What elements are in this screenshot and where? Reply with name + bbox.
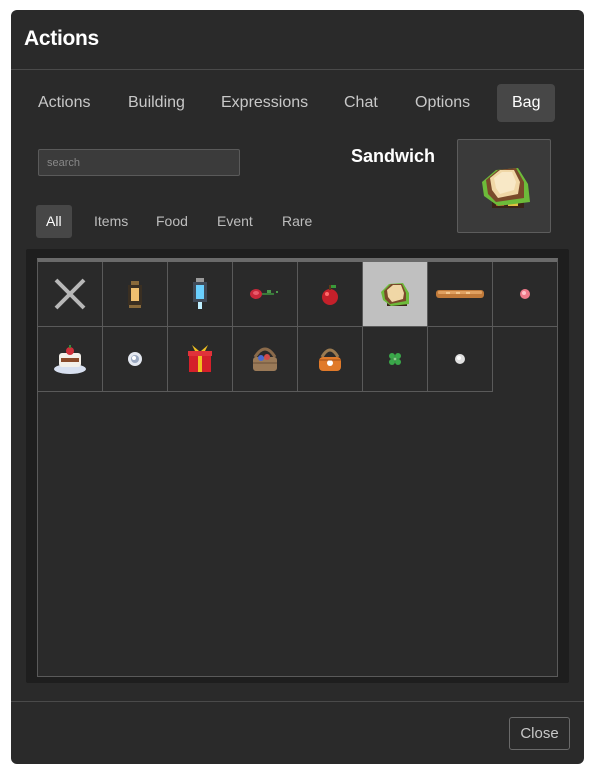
clover-icon <box>389 353 401 365</box>
filter-event[interactable]: Event <box>207 205 263 238</box>
sandwich-icon <box>482 168 530 208</box>
filter-items[interactable]: Items <box>84 205 138 238</box>
basket-icon <box>253 347 277 371</box>
window-title: Actions <box>24 27 99 50</box>
inventory-slot-cake[interactable] <box>38 327 103 392</box>
inventory-slot-gift-box[interactable] <box>168 327 233 392</box>
inventory-slot-ice-lantern[interactable] <box>168 262 233 327</box>
pink-orb-icon <box>520 289 530 299</box>
actions-window: Actions Actions Building Expressions Cha… <box>11 10 584 764</box>
title-bar: Actions <box>11 10 584 70</box>
unequip-x-icon <box>54 278 86 310</box>
inventory-slot-pink-orb[interactable] <box>493 262 557 327</box>
inventory-slot-rose[interactable] <box>233 262 298 327</box>
main-tabs: Actions Building Expressions Chat Option… <box>11 84 584 122</box>
inventory-slot-orange-basket[interactable] <box>298 327 363 392</box>
rose-icon <box>250 289 278 299</box>
orange-basket-icon <box>319 348 341 371</box>
inventory-slot-sandwich[interactable] <box>363 262 428 327</box>
category-filters: All Items Food Event Rare <box>36 205 336 238</box>
inventory-slot-apple[interactable] <box>298 262 363 327</box>
apple-icon <box>322 285 338 305</box>
inventory-slot-unequip[interactable] <box>38 262 103 327</box>
tab-options[interactable]: Options <box>402 84 483 122</box>
small-white-orb-icon <box>455 354 465 364</box>
selected-item-preview <box>457 139 551 233</box>
inventory-slot-clover[interactable] <box>363 327 428 392</box>
inventory-slot-basket[interactable] <box>233 327 298 392</box>
filter-all[interactable]: All <box>36 205 72 238</box>
lantern-icon <box>128 281 142 308</box>
inventory-slot-baguette[interactable] <box>428 262 493 327</box>
tab-building[interactable]: Building <box>115 84 198 122</box>
search-input[interactable] <box>38 149 240 176</box>
close-button[interactable]: Close <box>509 717 570 750</box>
inventory-slot-lantern[interactable] <box>103 262 168 327</box>
tab-actions[interactable]: Actions <box>25 84 103 122</box>
inventory-container <box>26 249 569 683</box>
tab-chat[interactable]: Chat <box>331 84 391 122</box>
ice-lantern-icon <box>193 278 207 309</box>
filter-food[interactable]: Food <box>146 205 198 238</box>
cake-icon <box>54 345 86 374</box>
selected-item-name: Sandwich <box>350 146 435 166</box>
tab-expressions[interactable]: Expressions <box>208 84 321 122</box>
sandwich-icon <box>381 283 409 306</box>
gift-box-icon <box>188 345 212 372</box>
filter-rare[interactable]: Rare <box>272 205 322 238</box>
baguette-icon <box>436 290 484 298</box>
inventory-slot-white-orb[interactable] <box>103 327 168 392</box>
inventory-slot-small-white-orb[interactable] <box>428 327 493 392</box>
inventory-grid <box>37 258 558 677</box>
white-orb-icon <box>128 352 142 366</box>
footer-divider <box>11 701 584 702</box>
tab-bag[interactable]: Bag <box>497 84 556 122</box>
